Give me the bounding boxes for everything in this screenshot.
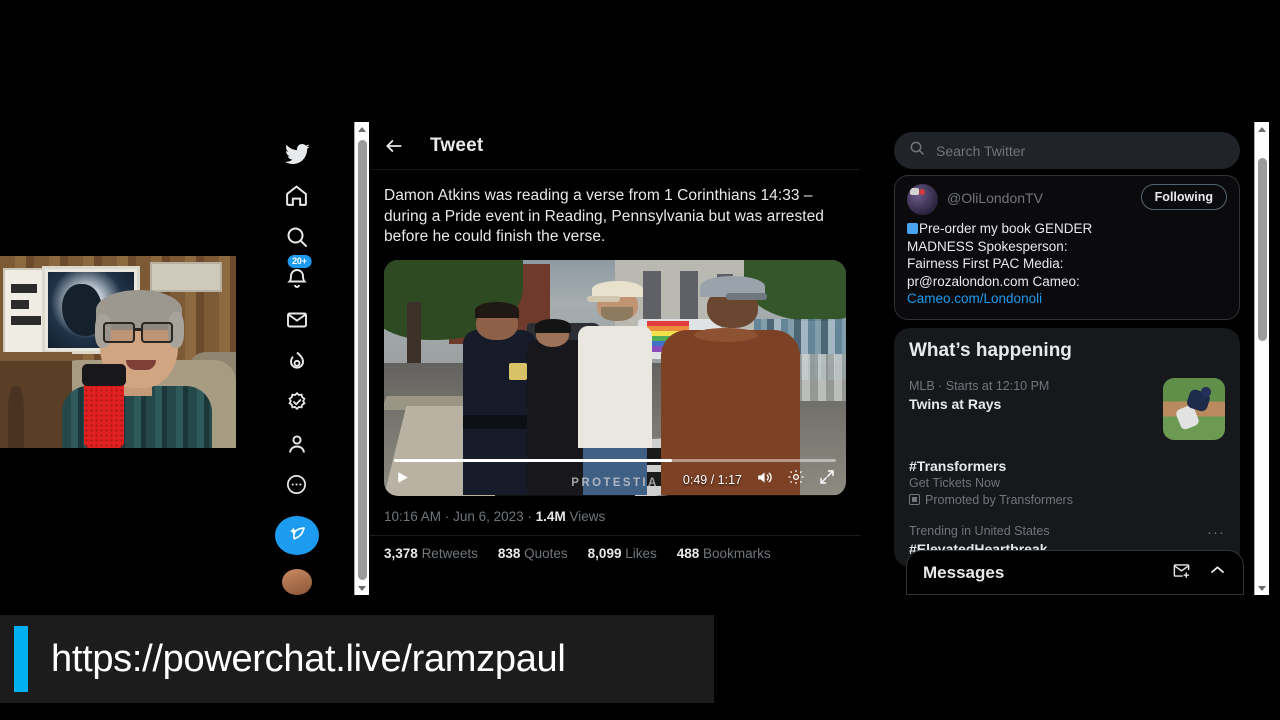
page-scroll-track[interactable] xyxy=(1255,136,1270,581)
stat-likes[interactable]: 8,099 Likes xyxy=(588,546,657,561)
scroll-up-arrow-icon[interactable] xyxy=(355,122,370,136)
profile-handle[interactable]: @OliLondonTV xyxy=(947,184,1043,206)
promoted-label: Promoted by Transformers xyxy=(925,492,1073,507)
sidebar-item-profile[interactable] xyxy=(274,423,320,463)
profile-avatar[interactable] xyxy=(907,184,938,215)
sidebar-item-verified[interactable] xyxy=(274,382,320,422)
tweet-views-count: 1.4M xyxy=(535,508,566,524)
trend-more-icon[interactable]: ··· xyxy=(1207,523,1225,540)
search-bar[interactable] xyxy=(894,132,1240,169)
twitter-app-window: 20+ Tweet Damon Atkins was reading a ver… xyxy=(240,122,1270,595)
trend-mlb-text: MLB · Starts at 12:10 PM Twins at Rays xyxy=(909,378,1153,413)
promoted-icon xyxy=(909,494,920,505)
accent-bar xyxy=(14,626,28,692)
trend-transformers-subtitle: Get Tickets Now xyxy=(909,475,1000,490)
tweet-video-player[interactable]: PROTESTIA 0:49 / 1:17 xyxy=(384,259,846,496)
progress-fill xyxy=(394,458,673,462)
page-scroll-up-arrow-icon[interactable] xyxy=(1255,122,1270,136)
trend-transformers-promoted: Promoted by Transformers xyxy=(909,493,1225,507)
trend-elevated-category: Trending in United States xyxy=(909,523,1050,538)
stat-quotes[interactable]: 838 Quotes xyxy=(498,546,568,561)
meta-sep-1: · xyxy=(444,508,450,524)
bio-line-1: Pre-order my book GENDER xyxy=(919,221,1093,236)
search-input[interactable] xyxy=(936,142,1225,159)
stat-retweets[interactable]: 3,378 Retweets xyxy=(384,546,478,561)
sidebar-item-home[interactable] xyxy=(274,175,320,215)
book-emoji-icon xyxy=(907,223,918,234)
twitter-logo-icon[interactable] xyxy=(274,134,320,174)
bio-line-2: MADNESS Spokesperson: xyxy=(907,238,1068,254)
tweet-time: 10:16 AM xyxy=(384,508,442,524)
messages-dock[interactable]: Messages xyxy=(906,550,1244,595)
left-nav-rail: 20+ xyxy=(240,122,353,595)
right-sidebar: @OliLondonTV Following Pre-order my book… xyxy=(880,122,1254,595)
search-icon xyxy=(909,140,925,161)
profile-bio: Pre-order my book GENDER MADNESS Spokesp… xyxy=(907,220,1227,308)
meta-sep-2: · xyxy=(527,508,532,524)
sidebar-item-explore[interactable] xyxy=(274,217,320,257)
center-column-scrollbar[interactable] xyxy=(354,122,369,595)
trend-item-transformers[interactable]: #Transformers Get Tickets Now Promoted b… xyxy=(894,449,1240,516)
fullscreen-icon[interactable] xyxy=(818,468,836,491)
following-button[interactable]: Following xyxy=(1140,184,1227,210)
whats-happening-panel: What’s happening MLB · Starts at 12:10 P… xyxy=(894,327,1240,567)
tweet-views-label: Views xyxy=(569,508,606,524)
trend-transformers-title: #Transformers xyxy=(909,457,1007,474)
new-message-icon[interactable] xyxy=(1172,561,1191,585)
page-scrollbar[interactable] xyxy=(1254,122,1269,595)
tweet-header: Tweet xyxy=(370,122,860,170)
tweet-body-text: Damon Atkins was reading a verse from 1 … xyxy=(384,187,824,245)
notifications-badge: 20+ xyxy=(287,255,312,269)
screen-capture: 20+ Tweet Damon Atkins was reading a ver… xyxy=(0,0,1280,720)
stat-bookmarks[interactable]: 488 Bookmarks xyxy=(677,546,771,561)
scroll-thumb[interactable] xyxy=(357,140,367,580)
video-time-label: 0:49 / 1:17 xyxy=(682,472,742,487)
trend-transformers-text: #Transformers Get Tickets Now Promoted b… xyxy=(909,456,1225,507)
messages-dock-actions xyxy=(1172,561,1227,585)
video-progress-bar[interactable] xyxy=(394,458,836,462)
page-scroll-thumb[interactable] xyxy=(1257,158,1267,341)
scroll-down-arrow-icon[interactable] xyxy=(355,581,370,595)
sidebar-item-notifications[interactable]: 20+ xyxy=(274,255,320,298)
overlay-url-text: https://powerchat.live/ramzpaul xyxy=(51,637,566,680)
tweet-date: Jun 6, 2023 xyxy=(453,508,524,524)
whats-happening-title: What’s happening xyxy=(909,339,1072,361)
bio-line-3: Fairness First PAC Media: xyxy=(907,256,1064,271)
tweet-detail-column: Tweet Damon Atkins was reading a verse f… xyxy=(370,122,860,595)
url-overlay-banner: https://powerchat.live/ramzpaul xyxy=(0,615,714,703)
volume-icon[interactable] xyxy=(755,468,774,492)
video-controls-right: 0:49 / 1:17 xyxy=(683,468,836,492)
scroll-track[interactable] xyxy=(355,136,370,581)
video-controls: 0:49 / 1:17 xyxy=(384,464,846,496)
page-title: Tweet xyxy=(430,134,484,156)
sidebar-item-more[interactable] xyxy=(274,465,320,505)
sidebar-item-messages[interactable] xyxy=(274,299,320,339)
trend-mlb-thumbnail[interactable] xyxy=(1163,377,1225,440)
back-arrow-icon[interactable] xyxy=(384,136,404,156)
play-icon[interactable] xyxy=(394,469,411,491)
expand-chevron-up-icon[interactable] xyxy=(1208,561,1227,585)
avatar[interactable] xyxy=(281,568,312,595)
tweet-stats-row: 3,378 Retweets 838 Quotes 8,099 Likes 48… xyxy=(370,536,860,561)
bio-line-4: pr@rozalondon.com Cameo: xyxy=(907,273,1080,289)
compose-tweet-button[interactable] xyxy=(274,516,319,555)
trend-mlb-title: Twins at Rays xyxy=(909,395,1002,412)
profile-hover-card: @OliLondonTV Following Pre-order my book… xyxy=(894,175,1240,320)
settings-gear-icon[interactable] xyxy=(787,468,805,491)
page-scroll-down-arrow-icon[interactable] xyxy=(1255,581,1270,595)
profile-card-header: @OliLondonTV Following xyxy=(907,184,1227,215)
profile-bio-link[interactable]: Cameo.com/Londonoli xyxy=(907,291,1042,306)
webcam-inset xyxy=(0,256,236,448)
tweet-meta-row: 10:16 AM · Jun 6, 2023 · 1.4M Views xyxy=(370,496,860,536)
messages-dock-title: Messages xyxy=(923,562,1005,582)
sidebar-item-grok-icon[interactable] xyxy=(274,341,320,381)
trend-mlb-category: MLB · Starts at 12:10 PM xyxy=(909,378,1050,393)
trend-item-mlb[interactable]: MLB · Starts at 12:10 PM Twins at Rays xyxy=(894,371,1240,449)
